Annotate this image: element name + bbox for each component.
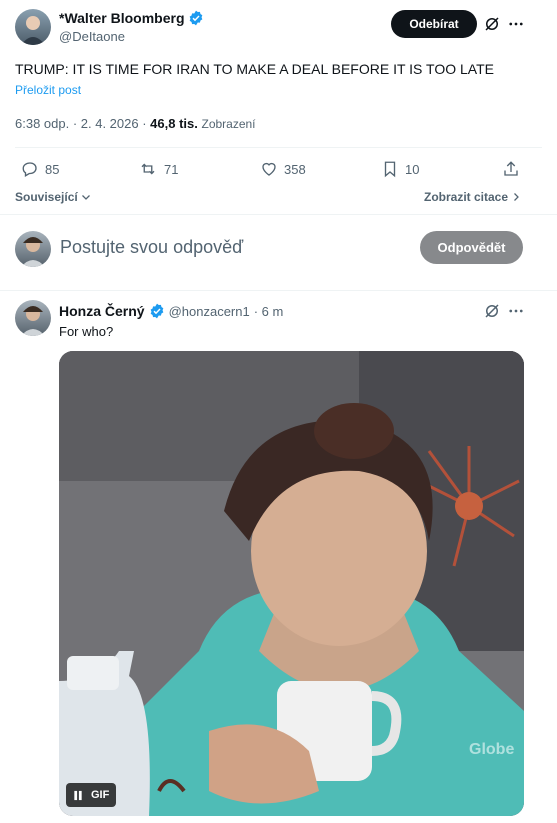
chevron-down-icon [81, 195, 90, 200]
share-icon[interactable] [502, 160, 520, 178]
gif-frame-image [59, 351, 524, 816]
bookmark-count: 10 [405, 161, 420, 177]
views-count: 46,8 tis. [150, 116, 198, 131]
reply-action[interactable]: 85 [21, 160, 59, 178]
grok-icon[interactable] [483, 15, 501, 33]
gif-media[interactable]: Globe GIF [59, 351, 524, 816]
gif-controls[interactable]: GIF [66, 783, 117, 807]
repost-icon [141, 163, 155, 175]
repost-action[interactable]: 71 [138, 160, 178, 178]
reply-author-handle[interactable]: @honzacern1 [169, 304, 250, 319]
views-label: Zobrazení [201, 117, 256, 131]
reply-timestamp[interactable]: · 6 m [254, 304, 284, 319]
reply-text: For who? [59, 324, 114, 339]
bookmark-action[interactable]: 10 [381, 160, 419, 178]
bookmark-icon [384, 161, 396, 178]
heart-icon [262, 162, 276, 176]
more-icon[interactable] [507, 15, 525, 33]
reply-author-avatar[interactable] [15, 300, 51, 336]
reply-input[interactable]: Postujte svou odpověď [60, 237, 243, 258]
quotes-label: Zobrazit citace [424, 190, 509, 204]
related-label: Související [15, 190, 78, 204]
more-icon[interactable] [507, 302, 525, 320]
gif-label: GIF [91, 789, 110, 801]
verified-badge-icon [150, 303, 163, 319]
pause-icon[interactable] [73, 790, 83, 801]
follow-button[interactable]: Odebírat [391, 10, 477, 38]
reply-author-name[interactable]: Honza Černý [59, 303, 145, 319]
view-quotes-link[interactable]: Zobrazit citace [424, 190, 522, 204]
reply-icon [22, 162, 37, 177]
repost-count: 71 [164, 161, 179, 177]
composer-avatar[interactable] [15, 231, 51, 267]
reply-button[interactable]: Odpovědět [420, 231, 523, 264]
related-tab[interactable]: Související [15, 190, 92, 204]
grok-icon[interactable] [483, 302, 501, 320]
verified-badge-icon [189, 10, 202, 26]
post-text: TRUMP: IT IS TIME FOR IRAN TO MAKE A DEA… [15, 61, 494, 77]
gif-watermark: Globe [469, 741, 515, 758]
author-avatar[interactable] [15, 9, 51, 45]
chevron-right-icon [514, 193, 519, 201]
reply-count: 85 [45, 161, 60, 177]
translate-link[interactable]: Přeložit post [15, 83, 81, 97]
like-action[interactable]: 358 [260, 160, 306, 178]
author-name[interactable]: *Walter Bloomberg [59, 10, 185, 26]
post-timestamp[interactable]: 6:38 odp. · 2. 4. 2026 · [15, 116, 150, 131]
like-count: 358 [284, 161, 306, 177]
author-handle[interactable]: @DeItaone [59, 29, 125, 44]
